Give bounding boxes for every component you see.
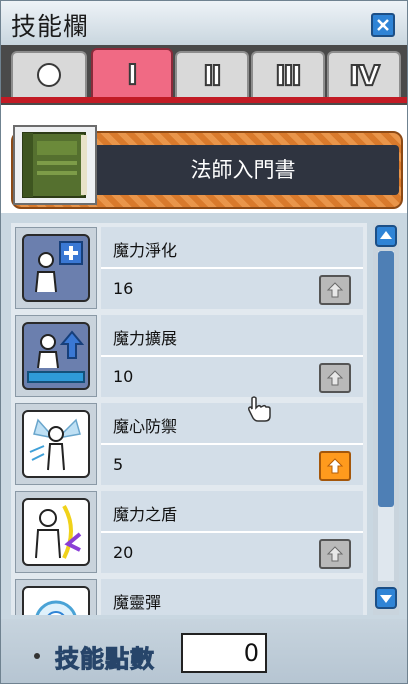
skill-row[interactable]: 魔靈彈 <box>11 577 367 615</box>
skill-name: 魔力淨化 <box>113 241 178 260</box>
magic-expand-icon[interactable] <box>22 322 90 390</box>
skill-list[interactable]: 魔力淨化 16 魔力擴展 10 魔心防禦 5 魔力之盾 20 魔靈彈 <box>11 223 367 615</box>
scroll-up-button[interactable] <box>375 225 397 247</box>
skill-divider <box>101 267 363 269</box>
skill-icon-frame <box>15 227 97 309</box>
skill-level: 10 <box>113 367 134 386</box>
skill-info: 魔力淨化 16 <box>101 227 363 309</box>
level-up-button[interactable] <box>319 451 351 481</box>
tab-second-job[interactable]: Ⅱ <box>175 51 249 97</box>
book-icon-frame <box>13 125 97 205</box>
skill-name: 魔心防禦 <box>113 417 178 436</box>
close-icon <box>377 19 389 31</box>
skill-divider <box>101 443 363 445</box>
skill-points-value: 0 <box>243 639 259 667</box>
skill-name: 魔力之盾 <box>113 505 178 524</box>
level-up-button[interactable] <box>319 363 351 393</box>
skill-divider <box>101 531 363 533</box>
tab-third-job[interactable]: Ⅲ <box>251 51 325 97</box>
book-title: 法師入門書 <box>190 158 296 182</box>
circle-icon <box>37 63 61 87</box>
skill-points-label: 技能點數 <box>55 645 155 674</box>
tab-second-job-label: Ⅱ <box>202 58 223 93</box>
skill-window: 技能欄 Ⅰ Ⅱ Ⅲ Ⅳ 法師入門書 魔力淨化 16 魔力擴展 10 魔心防禦 5… <box>0 0 408 684</box>
magic-cleanse-icon[interactable] <box>22 234 90 302</box>
magic-guard-icon[interactable] <box>22 410 90 478</box>
window-title: 技能欄 <box>11 12 90 41</box>
skill-info: 魔靈彈 <box>101 579 363 615</box>
tab-underline <box>1 97 407 103</box>
green-book-icon <box>22 132 87 198</box>
arrow-up-icon <box>380 231 392 239</box>
skill-row[interactable]: 魔力淨化 16 <box>11 225 367 313</box>
skill-icon-frame <box>15 403 97 485</box>
tab-third-job-label: Ⅲ <box>274 58 303 93</box>
level-up-button[interactable] <box>319 275 351 305</box>
skill-icon-frame <box>15 491 97 573</box>
level-up-button[interactable] <box>319 539 351 569</box>
close-button[interactable] <box>371 13 395 37</box>
level-up-icon <box>326 546 344 562</box>
level-up-icon <box>326 370 344 386</box>
scroll-down-button[interactable] <box>375 587 397 609</box>
skill-name: 魔力擴展 <box>113 329 178 348</box>
skill-level: 16 <box>113 279 134 298</box>
book-title-plate: 法師入門書 <box>87 145 399 195</box>
skill-level: 5 <box>113 455 124 474</box>
tab-fourth-job-label: Ⅳ <box>348 58 381 93</box>
title-bar[interactable]: 技能欄 <box>1 1 407 45</box>
skill-info: 魔心防禦 5 <box>101 403 363 485</box>
tab-beginner[interactable] <box>11 51 87 97</box>
scroll-thumb[interactable] <box>378 251 394 507</box>
skill-row[interactable]: 魔力之盾 20 <box>11 489 367 577</box>
skill-level: 20 <box>113 543 134 562</box>
skill-icon-frame <box>15 579 97 615</box>
tab-first-job-label: Ⅰ <box>126 57 139 92</box>
skill-info: 魔力之盾 20 <box>101 491 363 573</box>
skill-divider <box>101 355 363 357</box>
magic-bolt-icon[interactable] <box>22 586 90 615</box>
skill-row[interactable]: 魔力擴展 10 <box>11 313 367 401</box>
level-up-icon <box>326 458 344 474</box>
skill-points-footer: 技能點數 0 <box>1 619 407 683</box>
skill-icon-frame <box>15 315 97 397</box>
skill-list-scrollbar[interactable] <box>373 223 399 615</box>
skill-name: 魔靈彈 <box>113 593 162 612</box>
tab-first-job[interactable]: Ⅰ <box>91 48 173 98</box>
bullet-dot <box>34 653 40 659</box>
magic-shield-icon[interactable] <box>22 498 90 566</box>
tab-fourth-job[interactable]: Ⅳ <box>327 51 401 97</box>
skill-points-box: 0 <box>181 633 267 673</box>
skill-row[interactable]: 魔心防禦 5 <box>11 401 367 489</box>
level-up-icon <box>326 282 344 298</box>
skill-info: 魔力擴展 10 <box>101 315 363 397</box>
arrow-down-icon <box>380 595 392 603</box>
hand-cursor-icon <box>248 396 271 422</box>
job-tabs: Ⅰ Ⅱ Ⅲ Ⅳ <box>1 45 407 105</box>
